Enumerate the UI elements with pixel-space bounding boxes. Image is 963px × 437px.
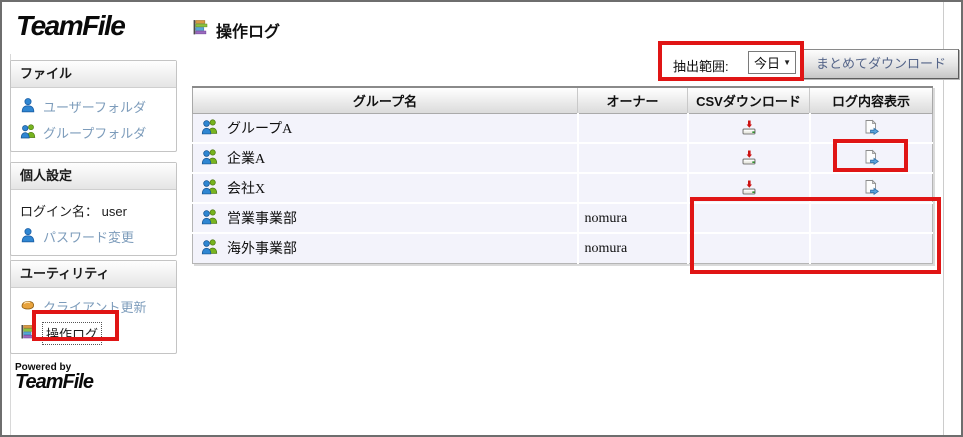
owner-cell bbox=[578, 173, 688, 203]
csv-download-cell bbox=[688, 173, 810, 203]
column-header-group-name: グループ名 bbox=[193, 87, 578, 113]
table-row: 企業A bbox=[193, 143, 933, 173]
log-view-icon[interactable] bbox=[862, 149, 880, 164]
table-row: 営業事業部 nomura bbox=[193, 203, 933, 233]
client-update-icon bbox=[20, 297, 36, 316]
csv-download-cell bbox=[688, 233, 810, 263]
csv-download-cell bbox=[688, 113, 810, 143]
group-name: 海外事業部 bbox=[227, 238, 297, 258]
csv-download-cell bbox=[688, 143, 810, 173]
log-view-icon[interactable] bbox=[862, 179, 880, 194]
sidebar-item-label: クライアント更新 bbox=[43, 297, 146, 316]
group-name-cell: 企業A bbox=[193, 143, 578, 173]
sidebar-item-user-folder[interactable]: ユーザーフォルダ bbox=[11, 93, 176, 119]
owner-name: nomura bbox=[585, 211, 628, 226]
sidebar-item-client-update[interactable]: クライアント更新 bbox=[11, 293, 176, 319]
log-layers-icon bbox=[20, 324, 36, 343]
group-icon bbox=[201, 208, 218, 228]
teamfile-window: TeamFile 操作ログ ファイル ユーザー bbox=[0, 0, 963, 437]
sidebar-section-title: ユーティリティ bbox=[11, 261, 176, 288]
sidebar-item-change-password[interactable]: パスワード変更 bbox=[11, 223, 176, 249]
group-name-cell: 営業事業部 bbox=[193, 203, 578, 233]
teamfile-logo: TeamFile bbox=[16, 10, 124, 42]
table-row: 会社X bbox=[193, 173, 933, 203]
group-name-cell: グループA bbox=[193, 113, 578, 143]
powered-by-teamfile-logo: TeamFile bbox=[15, 371, 93, 394]
log-view-cell bbox=[810, 203, 933, 233]
sidebar-item-label: パスワード変更 bbox=[43, 227, 134, 246]
log-view-cell bbox=[810, 173, 933, 203]
column-header-csv-download: CSVダウンロード bbox=[688, 87, 810, 113]
user-icon bbox=[20, 97, 36, 116]
column-header-owner: オーナー bbox=[578, 87, 688, 113]
owner-cell: nomura bbox=[578, 233, 688, 263]
group-icon bbox=[201, 148, 218, 168]
page-title-label: 操作ログ bbox=[216, 18, 280, 42]
operation-log-table: グループ名 オーナー CSVダウンロード ログ内容表示 グループA 企業A 会社X 営… bbox=[192, 86, 933, 264]
extraction-range-select[interactable]: 今日 ▼ bbox=[748, 51, 796, 74]
sidebar-section-personal: 個人設定 ログイン名： user パスワード変更 bbox=[10, 162, 177, 256]
column-header-log-view: ログ内容表示 bbox=[810, 87, 933, 113]
csv-download-icon[interactable] bbox=[740, 119, 758, 134]
group-icon bbox=[201, 238, 218, 258]
sidebar-item-operation-log[interactable]: 操作ログ bbox=[11, 319, 176, 347]
login-name-value: user bbox=[102, 204, 127, 219]
group-name-cell: 会社X bbox=[193, 173, 578, 203]
table-row: 海外事業部 nomura bbox=[193, 233, 933, 263]
group-name: 営業事業部 bbox=[227, 208, 297, 228]
group-name-cell: 海外事業部 bbox=[193, 233, 578, 263]
extraction-range-label: 抽出範囲: bbox=[673, 56, 729, 75]
sidebar-section-files: ファイル ユーザーフォルダ bbox=[10, 60, 177, 152]
log-layers-icon bbox=[192, 19, 209, 41]
sidebar-item-label: 操作ログ bbox=[43, 323, 101, 344]
owner-cell: nomura bbox=[578, 203, 688, 233]
sidebar-item-label: ユーザーフォルダ bbox=[43, 97, 146, 116]
owner-cell bbox=[578, 143, 688, 173]
owner-cell bbox=[578, 113, 688, 143]
group-icon bbox=[201, 178, 218, 198]
sidebar-section-utility: ユーティリティ クライアント更新 bbox=[10, 260, 177, 354]
log-view-icon[interactable] bbox=[862, 119, 880, 134]
powered-by-block: Powered by TeamFile bbox=[15, 362, 93, 394]
owner-name: nomura bbox=[585, 241, 628, 256]
group-icon bbox=[201, 118, 218, 138]
download-all-button[interactable]: まとめてダウンロード bbox=[803, 49, 959, 79]
group-name: グループA bbox=[227, 118, 292, 138]
sidebar-section-title: 個人設定 bbox=[11, 163, 176, 190]
log-view-cell bbox=[810, 233, 933, 263]
sidebar-item-label: グループフォルダ bbox=[43, 123, 146, 142]
csv-download-cell bbox=[688, 203, 810, 233]
sidebar-section-title: ファイル bbox=[11, 61, 176, 88]
login-name-line: ログイン名： user bbox=[11, 195, 176, 223]
csv-download-icon[interactable] bbox=[740, 179, 758, 194]
csv-download-icon[interactable] bbox=[740, 149, 758, 164]
chevron-down-icon: ▼ bbox=[783, 58, 791, 67]
log-view-cell bbox=[810, 113, 933, 143]
table-header-row: グループ名 オーナー CSVダウンロード ログ内容表示 bbox=[193, 87, 933, 113]
group-icon bbox=[20, 123, 36, 142]
table-row: グループA bbox=[193, 113, 933, 143]
sidebar-item-group-folder[interactable]: グループフォルダ bbox=[11, 119, 176, 145]
login-name-label: ログイン名： bbox=[20, 204, 98, 219]
group-name: 会社X bbox=[227, 178, 265, 198]
log-view-cell bbox=[810, 143, 933, 173]
extraction-range-value: 今日 bbox=[754, 53, 780, 72]
user-icon bbox=[20, 227, 36, 246]
group-name: 企業A bbox=[227, 148, 265, 168]
page-title: 操作ログ bbox=[192, 18, 280, 42]
